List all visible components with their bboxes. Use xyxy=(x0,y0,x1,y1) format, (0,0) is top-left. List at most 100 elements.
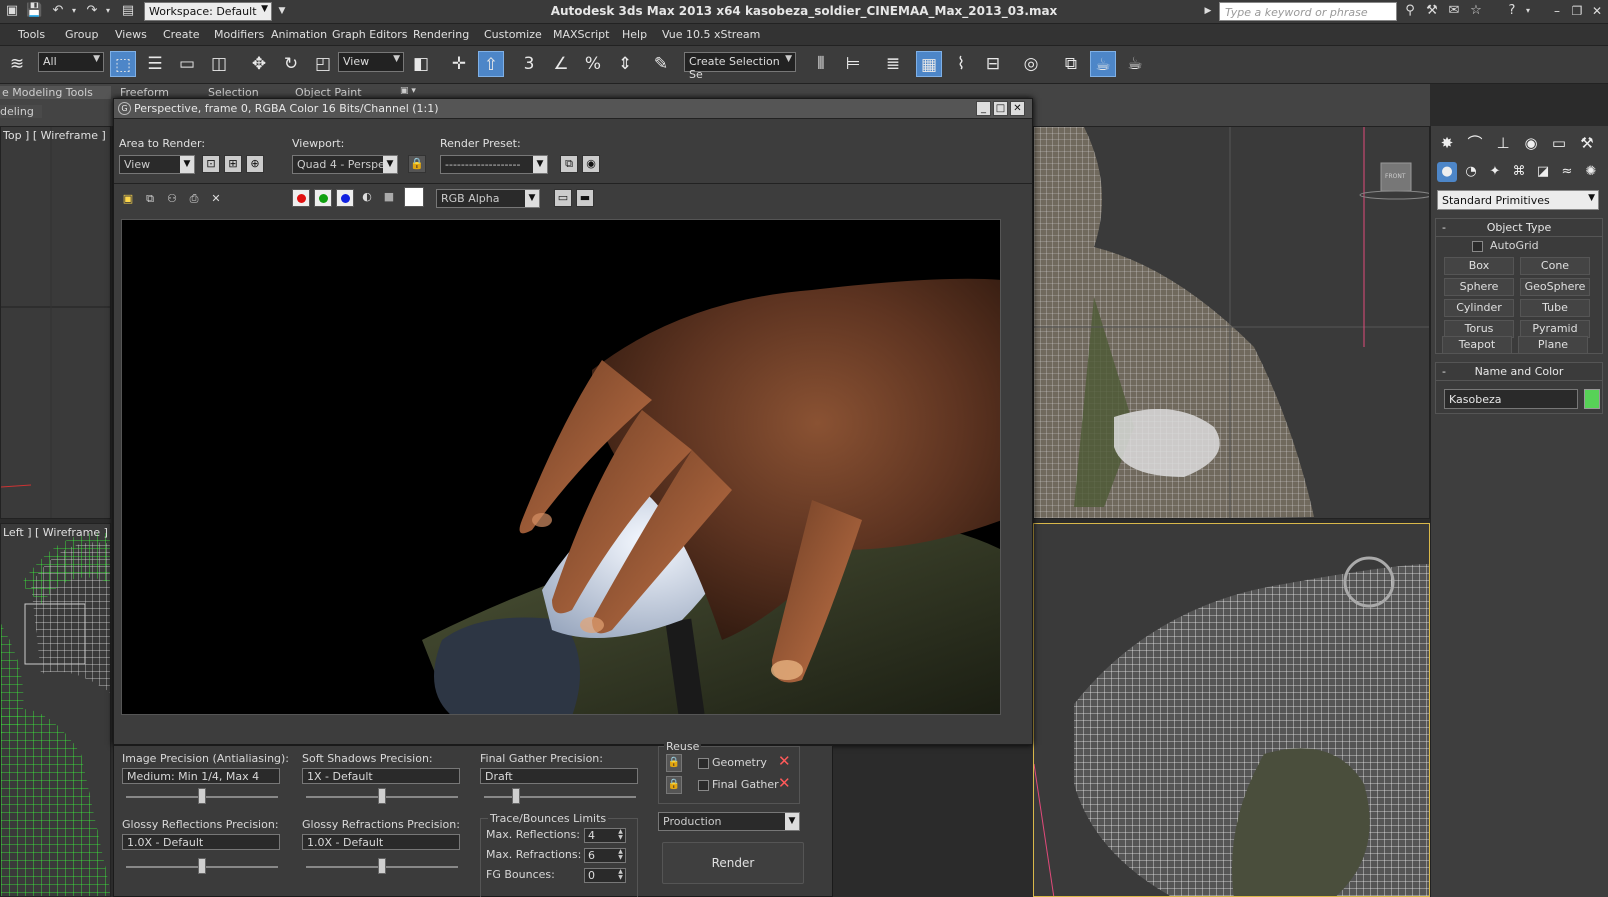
final-gather-checkbox[interactable] xyxy=(698,780,709,791)
menu-rendering[interactable]: Rendering xyxy=(413,28,469,41)
communication-icon[interactable]: ✉ xyxy=(1446,3,1462,19)
environment-effects-icon[interactable]: ◉ xyxy=(582,155,600,173)
menu-graph-editors[interactable]: Graph Editors xyxy=(332,28,408,41)
name-and-color-header[interactable]: - Name and Color xyxy=(1436,363,1602,381)
cameras-icon[interactable]: ⌘ xyxy=(1509,162,1529,182)
toggle-ui-overlay-icon[interactable]: ▭ xyxy=(554,189,572,207)
plane-button[interactable]: Plane xyxy=(1518,336,1588,354)
image-precision-slider[interactable] xyxy=(198,788,206,804)
curve-editor-icon[interactable]: ⌇ xyxy=(948,51,974,77)
copy-image-icon[interactable]: ⧉ xyxy=(141,191,159,209)
lights-icon[interactable]: ✦ xyxy=(1485,162,1505,182)
layer-manager-icon[interactable]: ≣ xyxy=(880,51,906,77)
menu-vue-xstream[interactable]: Vue 10.5 xStream xyxy=(662,28,760,41)
quick-access-dropdown-icon[interactable]: ▼ xyxy=(274,3,290,19)
helpers-icon[interactable]: ◪ xyxy=(1533,162,1553,182)
clone-window-icon[interactable]: ⚇ xyxy=(163,191,181,209)
menu-maxscript[interactable]: MAXScript xyxy=(553,28,609,41)
viewcube-front-label[interactable]: FRONT xyxy=(1385,173,1406,180)
clear-image-icon[interactable]: ✕ xyxy=(207,191,225,209)
production-dropdown[interactable]: Production ▼ xyxy=(658,812,800,831)
render-minimize-button[interactable]: _ xyxy=(976,101,991,116)
viewport-perspective[interactable] xyxy=(1033,523,1430,897)
rendered-image[interactable] xyxy=(121,219,1001,715)
menu-animation[interactable]: Animation xyxy=(271,28,327,41)
ribbon-dropdown-icon[interactable]: ▣ ▾ xyxy=(400,86,416,96)
ribbon-subtab-modeling[interactable]: deling xyxy=(0,105,42,118)
max-refractions-spinner[interactable]: 6 ▲ ▼ xyxy=(584,848,626,863)
render-maximize-button[interactable]: □ xyxy=(993,101,1008,116)
edit-named-selection-icon[interactable]: ✎ xyxy=(648,51,674,77)
geosphere-button[interactable]: GeoSphere xyxy=(1520,278,1590,296)
lock-viewport-icon[interactable]: 🔒 xyxy=(408,155,426,173)
link-icon[interactable]: ≋ xyxy=(4,51,30,77)
viewport-label-left[interactable]: Left ] [ Wireframe ] xyxy=(3,526,108,539)
geometry-icon[interactable]: ● xyxy=(1437,162,1457,182)
viewport-dropdown[interactable]: Quad 4 - Perspect ▼ xyxy=(292,155,398,174)
area-to-render-dropdown[interactable]: View ▼ xyxy=(119,155,195,174)
menu-help[interactable]: Help xyxy=(622,28,647,41)
app-menu-icon[interactable]: ▣ xyxy=(4,3,20,19)
glossy-refractions-value[interactable]: 1.0X - Default xyxy=(302,834,460,850)
discard-final-gather-icon[interactable]: ✕ xyxy=(778,774,791,792)
select-by-name-icon[interactable]: ☰ xyxy=(142,51,168,77)
cylinder-button[interactable]: Cylinder xyxy=(1444,299,1514,317)
rendered-frame-window-icon[interactable]: ☕ xyxy=(1090,51,1116,77)
undo-dropdown-icon[interactable]: ▾ xyxy=(66,3,82,19)
hierarchy-tab-icon[interactable]: ⊥ xyxy=(1491,132,1515,154)
create-tab-icon[interactable]: ✸ xyxy=(1435,132,1459,154)
spinner-snap-icon[interactable]: ⇕ xyxy=(612,51,638,77)
cone-button[interactable]: Cone xyxy=(1520,257,1590,275)
edit-region-icon[interactable]: ⊡ xyxy=(202,155,220,173)
systems-icon[interactable]: ✺ xyxy=(1581,162,1601,182)
menu-create[interactable]: Create xyxy=(163,28,200,41)
move-icon[interactable]: ✥ xyxy=(246,51,272,77)
lock-final-gather-icon[interactable]: 🔒 xyxy=(666,776,682,794)
monochrome-icon[interactable]: ■ xyxy=(380,189,398,207)
glossy-reflections-value[interactable]: 1.0X - Default xyxy=(122,834,280,850)
shapes-icon[interactable]: ◔ xyxy=(1461,162,1481,182)
render-button[interactable]: Render xyxy=(662,842,804,884)
display-tab-icon[interactable]: ▭ xyxy=(1547,132,1571,154)
menu-modifiers[interactable]: Modifiers xyxy=(214,28,264,41)
sphere-button[interactable]: Sphere xyxy=(1444,278,1514,296)
display-channel-dropdown[interactable]: RGB Alpha ▼ xyxy=(436,189,540,208)
align-icon[interactable]: ⊨ xyxy=(840,51,866,77)
selection-filter-dropdown[interactable]: All ▼ xyxy=(38,52,104,72)
max-reflections-spinner[interactable]: 4 ▲ ▼ xyxy=(584,828,626,843)
ribbon-tab-modeling-tools[interactable]: e Modeling Tools xyxy=(0,86,111,99)
workspace-dropdown[interactable]: Workspace: Default ▼ xyxy=(144,2,272,21)
object-name-field[interactable]: Kasobeza xyxy=(1444,389,1578,409)
lock-geometry-icon[interactable]: 🔒 xyxy=(666,754,682,772)
reference-coord-dropdown[interactable]: View ▼ xyxy=(338,52,404,72)
tube-button[interactable]: Tube xyxy=(1520,299,1590,317)
help-dropdown-icon[interactable]: ▾ xyxy=(1520,3,1536,19)
subscription-icon[interactable]: ⚒ xyxy=(1424,3,1440,19)
search-input[interactable]: Type a keyword or phrase xyxy=(1219,2,1397,21)
viewport-label-top[interactable]: Top ] [ Wireframe ] xyxy=(3,129,106,142)
space-warps-icon[interactable]: ≈ xyxy=(1557,162,1577,182)
scale-icon[interactable]: ◰ xyxy=(310,51,336,77)
blue-channel-toggle[interactable] xyxy=(336,189,354,207)
toggle-ui-icon[interactable]: ▬ xyxy=(576,189,594,207)
select-manipulate-icon[interactable]: ✛ xyxy=(446,51,472,77)
pivot-center-icon[interactable]: ◧ xyxy=(408,51,434,77)
schematic-view-icon[interactable]: ⊟ xyxy=(980,51,1006,77)
motion-tab-icon[interactable]: ◉ xyxy=(1519,132,1543,154)
rotate-icon[interactable]: ↻ xyxy=(278,51,304,77)
final-gather-slider[interactable] xyxy=(512,788,520,804)
viewport-front[interactable]: FRONT xyxy=(1033,126,1430,519)
binoculars-icon[interactable]: ⚲ xyxy=(1402,3,1418,19)
soft-shadows-value[interactable]: 1X - Default xyxy=(302,768,460,784)
close-button[interactable]: ✕ xyxy=(1588,2,1606,20)
named-selection-dropdown[interactable]: Create Selection Se ▼ xyxy=(684,52,796,81)
render-setup-button-icon[interactable]: ⧉ xyxy=(560,155,578,173)
print-image-icon[interactable]: ⎙ xyxy=(185,191,203,209)
window-crossing-icon[interactable]: ◫ xyxy=(206,51,232,77)
help-icon[interactable]: ? xyxy=(1504,3,1520,19)
background-color-swatch[interactable] xyxy=(404,187,424,207)
discard-geometry-icon[interactable]: ✕ xyxy=(778,752,791,770)
autogrid-checkbox[interactable] xyxy=(1472,241,1483,252)
object-color-swatch[interactable] xyxy=(1584,389,1600,409)
render-production-icon[interactable]: ☕ xyxy=(1122,51,1148,77)
